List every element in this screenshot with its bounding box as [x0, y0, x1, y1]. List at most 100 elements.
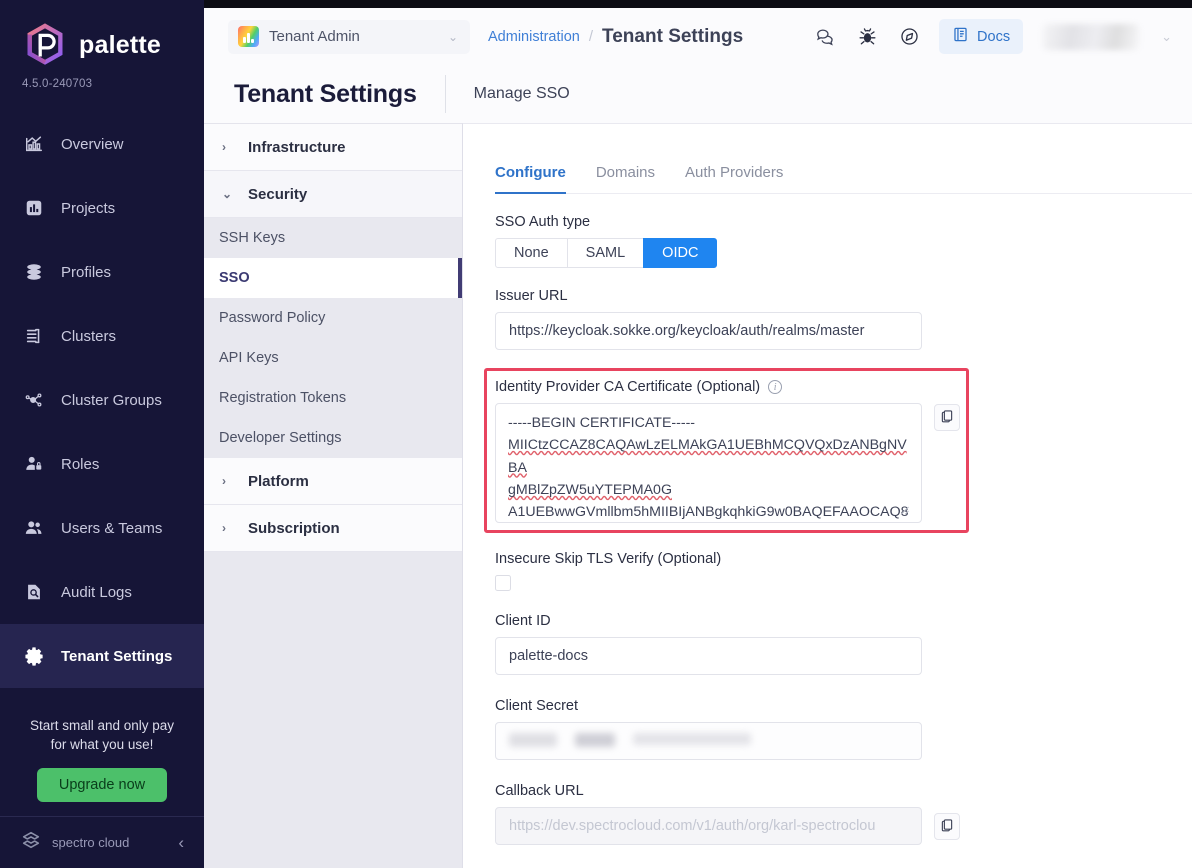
sidebar-item-profiles[interactable]: Profiles: [0, 240, 204, 304]
field-client-id: Client ID: [495, 613, 1192, 675]
sidebar-item-label: Cluster Groups: [61, 392, 162, 409]
subnav-group-infrastructure[interactable]: › Infrastructure: [204, 124, 462, 171]
subnav-item-ssh-keys[interactable]: SSH Keys: [204, 218, 462, 258]
sidebar-item-clusters[interactable]: Clusters: [0, 304, 204, 368]
subnav-group-label: Infrastructure: [248, 139, 346, 156]
sidebar-item-projects[interactable]: Projects: [0, 176, 204, 240]
sso-tabs: Configure Domains Auth Providers: [463, 164, 1192, 193]
ca-certificate-label: Identity Provider CA Certificate (Option…: [495, 379, 958, 395]
sidebar-item-overview[interactable]: Overview: [0, 112, 204, 176]
subnav-item-registration-tokens[interactable]: Registration Tokens: [204, 378, 462, 418]
tenant-selector[interactable]: Tenant Admin ⌄: [228, 20, 470, 54]
sidebar-item-label: Users & Teams: [61, 520, 162, 537]
subnav-group-subscription[interactable]: › Subscription: [204, 505, 462, 552]
users-icon: [23, 517, 45, 539]
subnav-item-developer-settings[interactable]: Developer Settings: [204, 418, 462, 458]
user-lock-icon: [23, 453, 45, 475]
issuer-url-input[interactable]: [495, 312, 922, 350]
chart-line-icon: [23, 133, 45, 155]
page-subtitle: Manage SSO: [474, 85, 570, 103]
tenant-admin-icon: [238, 26, 259, 47]
sso-configure-form: SSO Auth type None SAML OIDC Issuer URL: [463, 194, 1192, 845]
chevron-right-icon: ›: [222, 521, 234, 535]
ca-certificate-textarea[interactable]: -----BEGIN CERTIFICATE-----MIICtzCCAZ8CA…: [495, 403, 922, 523]
subnav-group-label: Subscription: [248, 520, 340, 537]
ca-certificate-highlight-box: Identity Provider CA Certificate (Option…: [484, 368, 969, 533]
field-insecure-skip-tls: Insecure Skip TLS Verify (Optional): [495, 551, 1192, 591]
ca-certificate-line: MIICtzCCAZ8CAQAwLzELMAkGA1UEBhMCQVQxDzAN…: [508, 434, 909, 479]
header-actions: Docs ⌄: [813, 19, 1176, 54]
chevron-down-icon[interactable]: ⌄: [1161, 29, 1172, 45]
sidebar-item-roles[interactable]: Roles: [0, 432, 204, 496]
gear-icon: [23, 645, 45, 667]
ca-certificate-line: -----BEGIN CERTIFICATE-----: [508, 412, 909, 434]
sidebar-item-users-teams[interactable]: Users & Teams: [0, 496, 204, 560]
breadcrumb-separator: /: [589, 28, 593, 45]
collapse-sidebar-button[interactable]: ‹: [174, 833, 188, 853]
palette-logo-icon: [22, 22, 68, 68]
sso-type-none-button[interactable]: None: [495, 238, 568, 268]
info-icon[interactable]: i: [768, 380, 782, 394]
user-account-menu[interactable]: [1043, 24, 1139, 50]
docs-book-icon: [952, 26, 969, 47]
content-area: › Infrastructure ⌄ Security SSH Keys SSO…: [204, 123, 1192, 868]
sso-type-oidc-button[interactable]: OIDC: [643, 238, 717, 268]
chevron-down-icon: ⌄: [222, 187, 234, 201]
chat-icon[interactable]: [813, 25, 837, 49]
top-header: Tenant Admin ⌄ Administration / Tenant S…: [204, 0, 1192, 65]
compass-icon[interactable]: [897, 25, 921, 49]
settings-subnav: › Infrastructure ⌄ Security SSH Keys SSO…: [204, 123, 463, 868]
copy-certificate-button[interactable]: [934, 404, 960, 431]
sidebar-item-audit-logs[interactable]: Audit Logs: [0, 560, 204, 624]
top-black-strip: [204, 0, 1192, 8]
tab-configure[interactable]: Configure: [495, 164, 566, 194]
field-callback-url: Callback URL: [495, 783, 1192, 845]
subnav-item-label: API Keys: [219, 350, 279, 366]
page-title: Tenant Settings: [234, 80, 417, 109]
subnav-filler: [204, 552, 462, 868]
tab-label: Auth Providers: [685, 164, 783, 181]
subnav-item-api-keys[interactable]: API Keys: [204, 338, 462, 378]
subnav-item-label: Developer Settings: [219, 430, 342, 446]
title-divider: [445, 75, 446, 113]
subnav-group-platform[interactable]: › Platform: [204, 458, 462, 505]
subnav-item-label: SSO: [219, 270, 250, 286]
tenant-selector-label: Tenant Admin: [269, 28, 438, 45]
tab-auth-providers[interactable]: Auth Providers: [685, 164, 783, 194]
subnav-item-sso[interactable]: SSO: [204, 258, 462, 298]
docs-label: Docs: [977, 29, 1010, 45]
insecure-skip-tls-checkbox[interactable]: [495, 575, 511, 591]
client-id-input[interactable]: [495, 637, 922, 675]
promo-text: Start small and only pay for what you us…: [16, 716, 188, 768]
breadcrumb-parent-link[interactable]: Administration: [488, 29, 580, 45]
upgrade-now-button[interactable]: Upgrade now: [37, 768, 167, 802]
sidebar-item-label: Profiles: [61, 264, 111, 281]
sidebar-item-label: Clusters: [61, 328, 116, 345]
subnav-item-label: Password Policy: [219, 310, 325, 326]
sidebar-item-label: Tenant Settings: [61, 648, 172, 665]
subnav-group-label: Security: [248, 186, 307, 203]
projects-icon: [23, 197, 45, 219]
docs-button[interactable]: Docs: [939, 19, 1023, 54]
cluster-groups-icon: [23, 389, 45, 411]
client-secret-input[interactable]: [495, 722, 922, 760]
copy-icon: [940, 409, 954, 426]
sso-type-saml-button[interactable]: SAML: [567, 238, 645, 268]
client-id-label: Client ID: [495, 613, 1192, 629]
subnav-item-password-policy[interactable]: Password Policy: [204, 298, 462, 338]
subnav-item-label: SSH Keys: [219, 230, 285, 246]
tab-domains[interactable]: Domains: [596, 164, 655, 194]
tab-label: Domains: [596, 164, 655, 181]
sidebar-item-cluster-groups[interactable]: Cluster Groups: [0, 368, 204, 432]
sidebar-item-label: Roles: [61, 456, 99, 473]
upgrade-promo: Start small and only pay for what you us…: [0, 716, 204, 816]
sidebar-item-label: Overview: [61, 136, 124, 153]
bug-icon[interactable]: [855, 25, 879, 49]
subnav-group-security[interactable]: ⌄ Security: [204, 171, 462, 218]
audit-logs-icon: [23, 581, 45, 603]
copy-callback-url-button[interactable]: [934, 813, 960, 840]
sidebar-item-tenant-settings[interactable]: Tenant Settings: [0, 624, 204, 688]
breadcrumb-current: Tenant Settings: [602, 26, 743, 48]
chevron-right-icon: ›: [222, 140, 234, 154]
ca-certificate-line: A1UEBwwGVmllbm5hMIIBIjANBgkqhkiG9w0BAQEF…: [508, 501, 909, 523]
